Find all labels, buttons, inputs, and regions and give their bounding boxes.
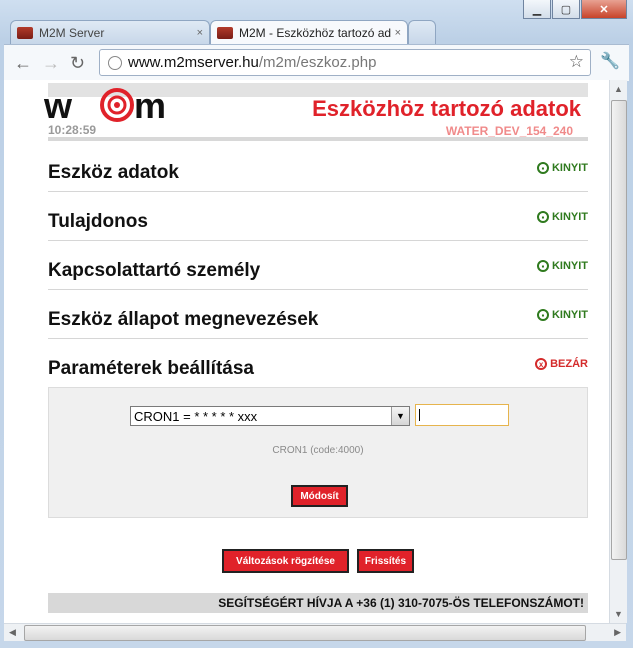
open-square-icon: ▪	[536, 260, 549, 272]
header-divider	[48, 137, 588, 141]
svg-text:w: w	[43, 86, 73, 124]
collapse-button[interactable]: x BEZÁR	[535, 358, 588, 370]
back-arrow-icon[interactable]: ←	[14, 53, 32, 74]
parameter-select[interactable]: CRON1 = * * * * * xxx ▼	[130, 406, 410, 426]
chevron-down-icon[interactable]: ▼	[391, 407, 409, 425]
modify-button[interactable]: Módosít	[291, 485, 348, 507]
tab-eszkoz[interactable]: M2M - Eszközhöz tartozó ad ×	[210, 20, 408, 44]
section-allapot-megnevezesek: Eszköz állapot megnevezések ▪ KINYIT	[48, 289, 588, 339]
refresh-button[interactable]: Frissítés	[357, 549, 414, 573]
expand-label: KINYIT	[551, 260, 588, 272]
scroll-up-icon[interactable]: ▲	[614, 84, 623, 94]
parameters-panel: CRON1 = * * * * * xxx ▼ CRON1 (code:4000…	[48, 387, 588, 518]
address-bar[interactable]: www.m2mserver.hu/m2m/eszkoz.php ☆	[99, 49, 591, 76]
minimize-button[interactable]: ▁	[523, 0, 551, 19]
vertical-scroll-thumb[interactable]	[611, 100, 627, 560]
page-title: Eszközhöz tartozó adatok	[312, 96, 581, 121]
section-parameterek: Paraméterek beállítása x BEZÁR	[48, 338, 588, 387]
section-title: Kapcsolattartó személy	[48, 260, 261, 281]
open-square-icon: ▪	[536, 309, 549, 321]
tab-label: M2M - Eszközhöz tartozó ad	[239, 25, 392, 40]
help-footer: SEGÍTSÉGÉRT HÍVJA A +36 (1) 310-7075-ÖS …	[48, 593, 588, 613]
close-window-button[interactable]: ✕	[581, 0, 627, 19]
clock-time: 10:28:59	[48, 123, 97, 137]
expand-label: KINYIT	[551, 162, 588, 174]
section-title: Tulajdonos	[48, 211, 148, 232]
expand-button[interactable]: ▪ KINYIT	[536, 260, 588, 272]
m2m-favicon-icon	[17, 26, 33, 39]
section-kapcsolattarto: Kapcsolattartó személy ▪ KINYIT	[48, 240, 588, 290]
section-tulajdonos: Tulajdonos ▪ KINYIT	[48, 191, 588, 241]
tab-close-icon[interactable]: ×	[395, 27, 401, 39]
star-icon[interactable]: ☆	[569, 52, 584, 72]
device-id: WATER_DEV_154_240	[445, 124, 573, 138]
horizontal-scrollbar[interactable]: ◀ ▶	[4, 623, 626, 641]
maximize-button[interactable]: ▢	[552, 0, 580, 19]
tab-label: M2M Server	[39, 25, 105, 40]
open-square-icon: ▪	[536, 211, 549, 223]
save-changes-button[interactable]: Változások rögzítése	[222, 549, 349, 573]
page-viewport: w m Eszközhöz tartozó adatok 10:28:59 WA…	[4, 80, 609, 623]
scroll-right-icon[interactable]: ▶	[614, 627, 621, 638]
parameter-value-input[interactable]	[415, 404, 509, 426]
expand-label: KINYIT	[551, 309, 588, 321]
browser-toolbar: ← → ↻ www.m2mserver.hu/m2m/eszkoz.php ☆ …	[4, 44, 629, 81]
url-host: www.m2mserver.hu	[128, 54, 259, 71]
section-title: Paraméterek beállítása	[48, 358, 254, 379]
expand-button[interactable]: ▪ KINYIT	[536, 211, 588, 223]
text-caret	[419, 409, 420, 421]
expand-label: KINYIT	[551, 211, 588, 223]
expand-button[interactable]: ▪ KINYIT	[536, 162, 588, 174]
w2m-logo: w m	[43, 86, 166, 124]
tab-close-icon[interactable]: ×	[197, 27, 203, 39]
svg-text:m: m	[134, 86, 166, 124]
url-path: /m2m/eszkoz.php	[258, 54, 377, 71]
parameter-hint: CRON1 (code:4000)	[272, 445, 364, 456]
vertical-scrollbar[interactable]: ▲ ▼	[609, 80, 627, 623]
reload-icon[interactable]: ↻	[70, 53, 85, 74]
section-eszkoz-adatok: Eszköz adatok ▪ KINYIT	[48, 142, 588, 192]
close-x-icon: x	[535, 358, 548, 370]
collapse-label: BEZÁR	[550, 358, 588, 370]
open-square-icon: ▪	[536, 162, 549, 174]
horizontal-scroll-thumb[interactable]	[24, 625, 586, 641]
tab-m2m-server[interactable]: M2M Server ×	[10, 20, 210, 44]
window-controls: ▁ ▢ ✕	[523, 0, 627, 19]
expand-button[interactable]: ▪ KINYIT	[536, 309, 588, 321]
wrench-icon[interactable]: 🔧	[600, 51, 620, 71]
scroll-left-icon[interactable]: ◀	[9, 627, 16, 638]
parameter-select-value: CRON1 = * * * * * xxx	[134, 408, 258, 424]
forward-arrow-icon[interactable]: →	[42, 53, 60, 74]
globe-icon	[108, 55, 122, 70]
new-tab-button[interactable]	[408, 20, 436, 44]
section-title: Eszköz adatok	[48, 162, 179, 183]
section-title: Eszköz állapot megnevezések	[48, 309, 319, 330]
m2m-favicon-icon	[217, 26, 233, 39]
scroll-down-icon[interactable]: ▼	[614, 609, 623, 619]
